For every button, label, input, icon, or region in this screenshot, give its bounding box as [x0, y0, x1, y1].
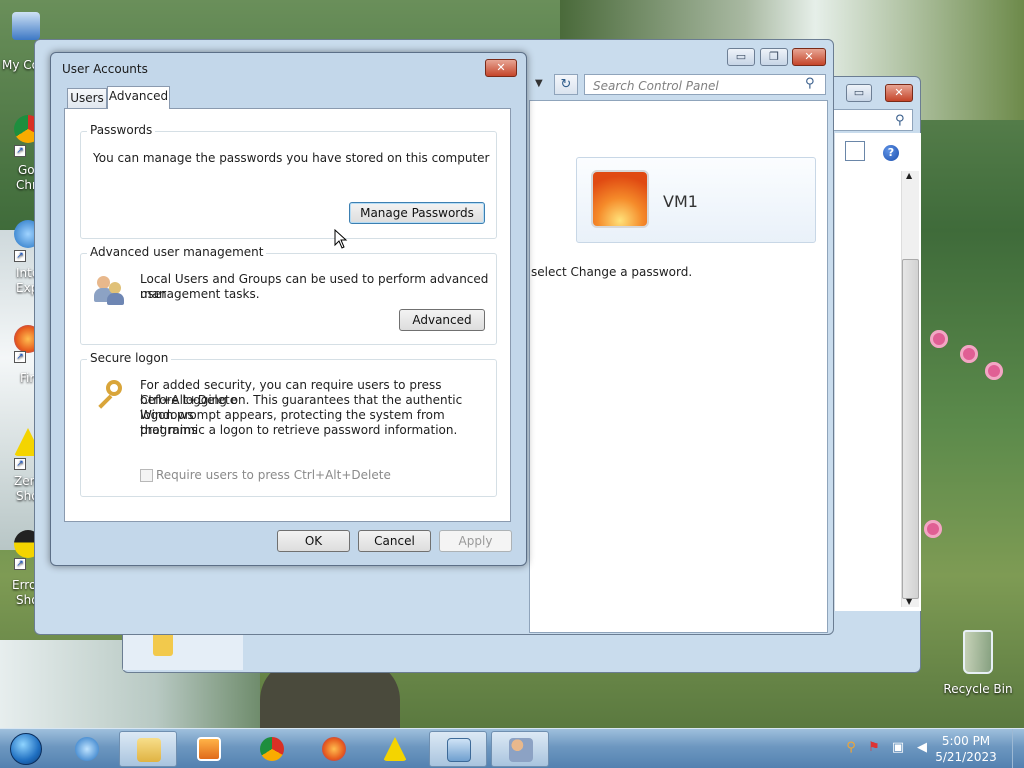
user-accounts-icon: [509, 738, 533, 762]
control-panel-back-content: ? ▲ ▼: [834, 133, 921, 611]
flower-decoration: [924, 520, 942, 538]
pane-toggle-icon[interactable]: [845, 141, 865, 161]
secure-logon-caption: Secure logon: [87, 351, 172, 365]
computer-icon: [12, 12, 40, 40]
search-tray-icon[interactable]: ⚲: [843, 740, 859, 756]
start-button[interactable]: [2, 730, 50, 768]
advanced-button[interactable]: Advanced: [399, 309, 485, 331]
help-icon[interactable]: ?: [883, 145, 899, 161]
control-panel-icon: [447, 738, 471, 762]
advanced-mgmt-text-line2: management tasks.: [140, 287, 260, 301]
network-icon[interactable]: ▣: [890, 740, 906, 756]
system-clock[interactable]: 5:00 PM 5/21/2023: [934, 733, 998, 765]
flower-decoration: [960, 345, 978, 363]
show-desktop-button[interactable]: [1012, 729, 1024, 768]
restore-button[interactable]: ❐: [760, 48, 788, 66]
require-ctrl-alt-delete-checkbox[interactable]: [140, 469, 153, 482]
require-ctrl-alt-delete-label[interactable]: Require users to press Ctrl+Alt+Delete: [156, 468, 391, 483]
warning-icon: [383, 737, 407, 761]
desktop-icon-label: Fir: [20, 371, 35, 385]
volume-icon[interactable]: ◀: [914, 740, 930, 756]
account-name: VM1: [663, 192, 698, 211]
cancel-button[interactable]: Cancel: [358, 530, 431, 552]
shortcut-arrow-icon: ↗: [14, 145, 26, 157]
minimize-button[interactable]: ▭: [846, 84, 872, 102]
user-body-icon: [107, 293, 124, 305]
taskbar-chrome[interactable]: [243, 731, 301, 767]
recycle-bin-icon: [963, 630, 993, 674]
flower-decoration: [930, 330, 948, 348]
apply-button[interactable]: Apply: [439, 530, 512, 552]
mouse-cursor-icon: [334, 229, 348, 249]
account-picture-icon: [591, 170, 649, 228]
passwords-description: You can manage the passwords you have st…: [93, 151, 490, 165]
chevron-down-icon[interactable]: ▼: [535, 74, 551, 94]
tab-users[interactable]: Users: [67, 88, 107, 109]
scrollbar-thumb[interactable]: [902, 259, 919, 599]
taskbar-internet-explorer[interactable]: [58, 731, 116, 767]
dialog-title: User Accounts: [62, 62, 148, 76]
tab-advanced[interactable]: Advanced: [107, 86, 170, 109]
advanced-user-management-group: Advanced user management Local Users and…: [80, 245, 497, 345]
key-shaft-icon: [98, 394, 113, 409]
search-icon: ⚲: [895, 113, 905, 128]
scroll-down-icon[interactable]: ▼: [906, 597, 912, 606]
scroll-up-icon[interactable]: ▲: [906, 171, 912, 180]
close-button[interactable]: ✕: [885, 84, 913, 102]
taskbar-file-explorer[interactable]: [119, 731, 177, 767]
dialog-close-button[interactable]: ✕: [485, 59, 517, 77]
manage-passwords-button[interactable]: Manage Passwords: [349, 202, 485, 224]
taskbar-control-panel[interactable]: [429, 731, 487, 767]
close-button[interactable]: ✕: [792, 48, 826, 66]
key-bow-icon: [106, 380, 122, 396]
secure-logon-group: Secure logon For added security, you can…: [80, 351, 497, 497]
advanced-tab-panel: Passwords You can manage the passwords y…: [64, 108, 511, 522]
shortcut-arrow-icon: ↗: [14, 458, 26, 470]
advanced-user-management-caption: Advanced user management: [87, 245, 267, 259]
vertical-scrollbar[interactable]: ▲ ▼: [901, 171, 919, 607]
desktop-icon-recycle-bin[interactable]: Recycle Bin: [940, 630, 1016, 696]
account-hint-text: select Change a password.: [531, 265, 693, 279]
passwords-group: Passwords You can manage the passwords y…: [80, 123, 497, 239]
clock-date: 5/21/2023: [935, 750, 997, 764]
folder-icon: [137, 738, 161, 762]
taskbar-firefox[interactable]: [305, 731, 363, 767]
shortcut-arrow-icon: ↗: [14, 250, 26, 262]
key-icon: [92, 380, 124, 410]
firefox-icon: [322, 737, 346, 761]
flower-decoration: [985, 362, 1003, 380]
account-tile[interactable]: VM1: [576, 157, 816, 243]
ok-button[interactable]: OK: [277, 530, 350, 552]
action-center-icon[interactable]: ⚑: [866, 740, 882, 756]
windows-logo-icon: [10, 733, 42, 765]
shortcut-arrow-icon: ↗: [14, 351, 26, 363]
taskbar-user-accounts[interactable]: [491, 731, 549, 767]
refresh-icon[interactable]: ↻: [554, 74, 578, 95]
taskbar-media-player[interactable]: [180, 731, 238, 767]
minimize-button[interactable]: ▭: [727, 48, 755, 66]
desktop-icon-label: Go: [18, 163, 35, 177]
desktop-icon-label: Erro: [12, 578, 37, 592]
taskbar-warning-app[interactable]: [366, 731, 424, 767]
search-control-panel-input[interactable]: Search Control Panel: [584, 74, 826, 95]
users-key-icon: [93, 274, 125, 305]
taskbar: ⚲ ⚑ ▣ ◀ 5:00 PM 5/21/2023: [0, 728, 1024, 768]
chrome-icon: [260, 737, 284, 761]
search-icon: ⚲: [805, 76, 815, 91]
desktop-icon-label: Recycle Bin: [943, 682, 1013, 696]
clock-time: 5:00 PM: [941, 734, 991, 748]
media-player-icon: [197, 737, 221, 761]
secure-logon-text-line4: that mimic a logon to retrieve password …: [140, 423, 458, 437]
passwords-caption: Passwords: [87, 123, 156, 137]
user-accounts-dialog[interactable]: User Accounts ✕ Users Advanced Passwords…: [50, 52, 527, 566]
folder-icon: [153, 632, 173, 656]
internet-explorer-icon: [75, 737, 99, 761]
shortcut-arrow-icon: ↗: [14, 558, 26, 570]
